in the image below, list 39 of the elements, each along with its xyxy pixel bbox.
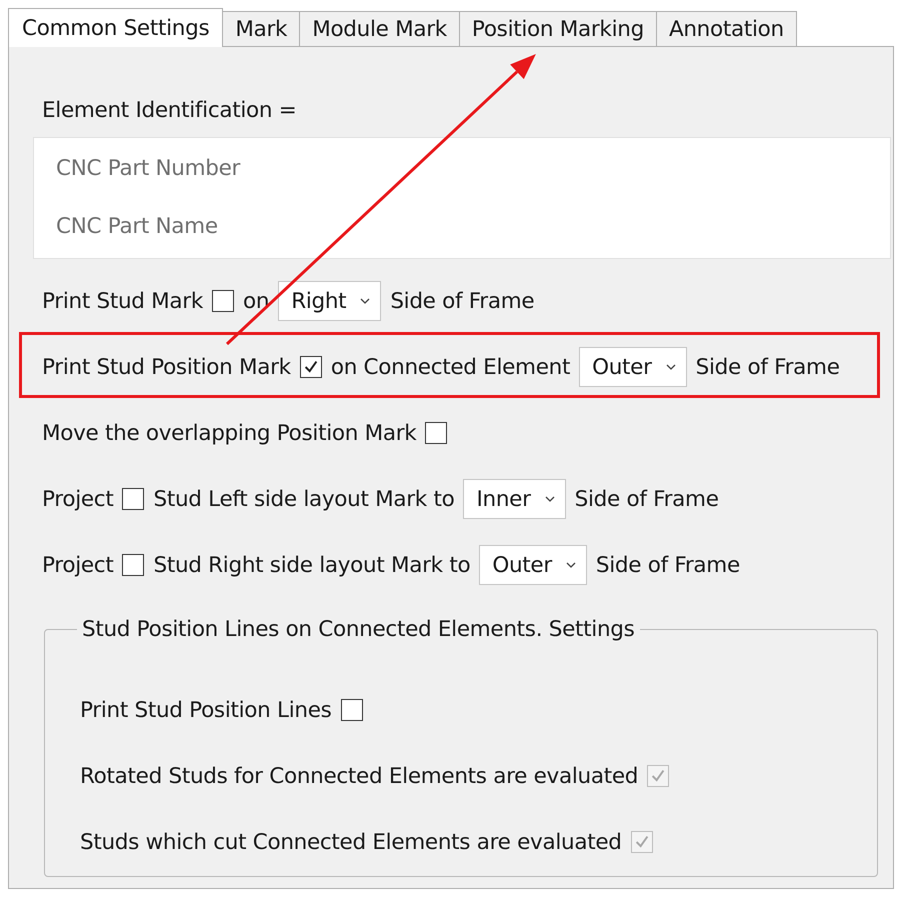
group-title: Stud Position Lines on Connected Elements. Settings xyxy=(81,617,636,642)
option-label: Side of Frame xyxy=(596,552,740,578)
checkbox[interactable] xyxy=(340,699,363,721)
dropdown[interactable]: Right xyxy=(278,281,382,321)
checkbox[interactable] xyxy=(300,356,322,378)
chevron-down-icon xyxy=(360,298,370,304)
option-label: Print Stud Mark xyxy=(42,288,203,314)
option-label: Stud Right side layout Mark to xyxy=(153,552,470,578)
option-label: on xyxy=(243,288,270,314)
chevron-down-icon xyxy=(566,562,576,568)
option-label: Stud Left side layout Mark to xyxy=(153,486,454,512)
checkbox[interactable] xyxy=(122,554,144,576)
checkbox[interactable] xyxy=(425,422,448,444)
chevron-down-icon xyxy=(666,364,676,370)
field-label: Element Identification = xyxy=(42,97,298,125)
option-label: Print Stud Position Lines xyxy=(80,698,332,722)
checkbox[interactable] xyxy=(212,290,234,312)
option-label: Side of Frame xyxy=(574,486,719,512)
option-label: Print Stud Position Mark xyxy=(42,354,291,380)
dropdown[interactable]: Outer xyxy=(579,347,687,387)
tab[interactable]: Position Marking xyxy=(458,11,657,46)
option-label: Side of Frame xyxy=(696,354,840,380)
option-label: Project xyxy=(42,552,114,578)
dropdown[interactable]: Outer xyxy=(479,545,587,585)
option-label: Side of Frame xyxy=(390,288,534,314)
tab[interactable]: Common Settings xyxy=(8,8,224,47)
dropdown[interactable]: Inner xyxy=(463,479,566,519)
option-label: Move the overlapping Position Mark xyxy=(42,420,416,446)
option-label: Studs which cut Connected Elements are evaluated xyxy=(80,830,622,854)
tab[interactable]: Mark xyxy=(222,11,300,46)
chevron-down-icon xyxy=(544,496,555,502)
checkbox[interactable] xyxy=(122,488,144,510)
option-label: Rotated Studs for Connected Elements are evaluated xyxy=(80,764,638,788)
tab[interactable]: Annotation xyxy=(656,11,797,46)
option-label: Project xyxy=(42,486,114,512)
option-label: on Connected Element xyxy=(330,354,570,380)
list-item[interactable]: CNC Part Name xyxy=(56,210,218,244)
tab[interactable]: Module Mark xyxy=(299,11,460,46)
list-item[interactable]: CNC Part Number xyxy=(56,152,240,186)
